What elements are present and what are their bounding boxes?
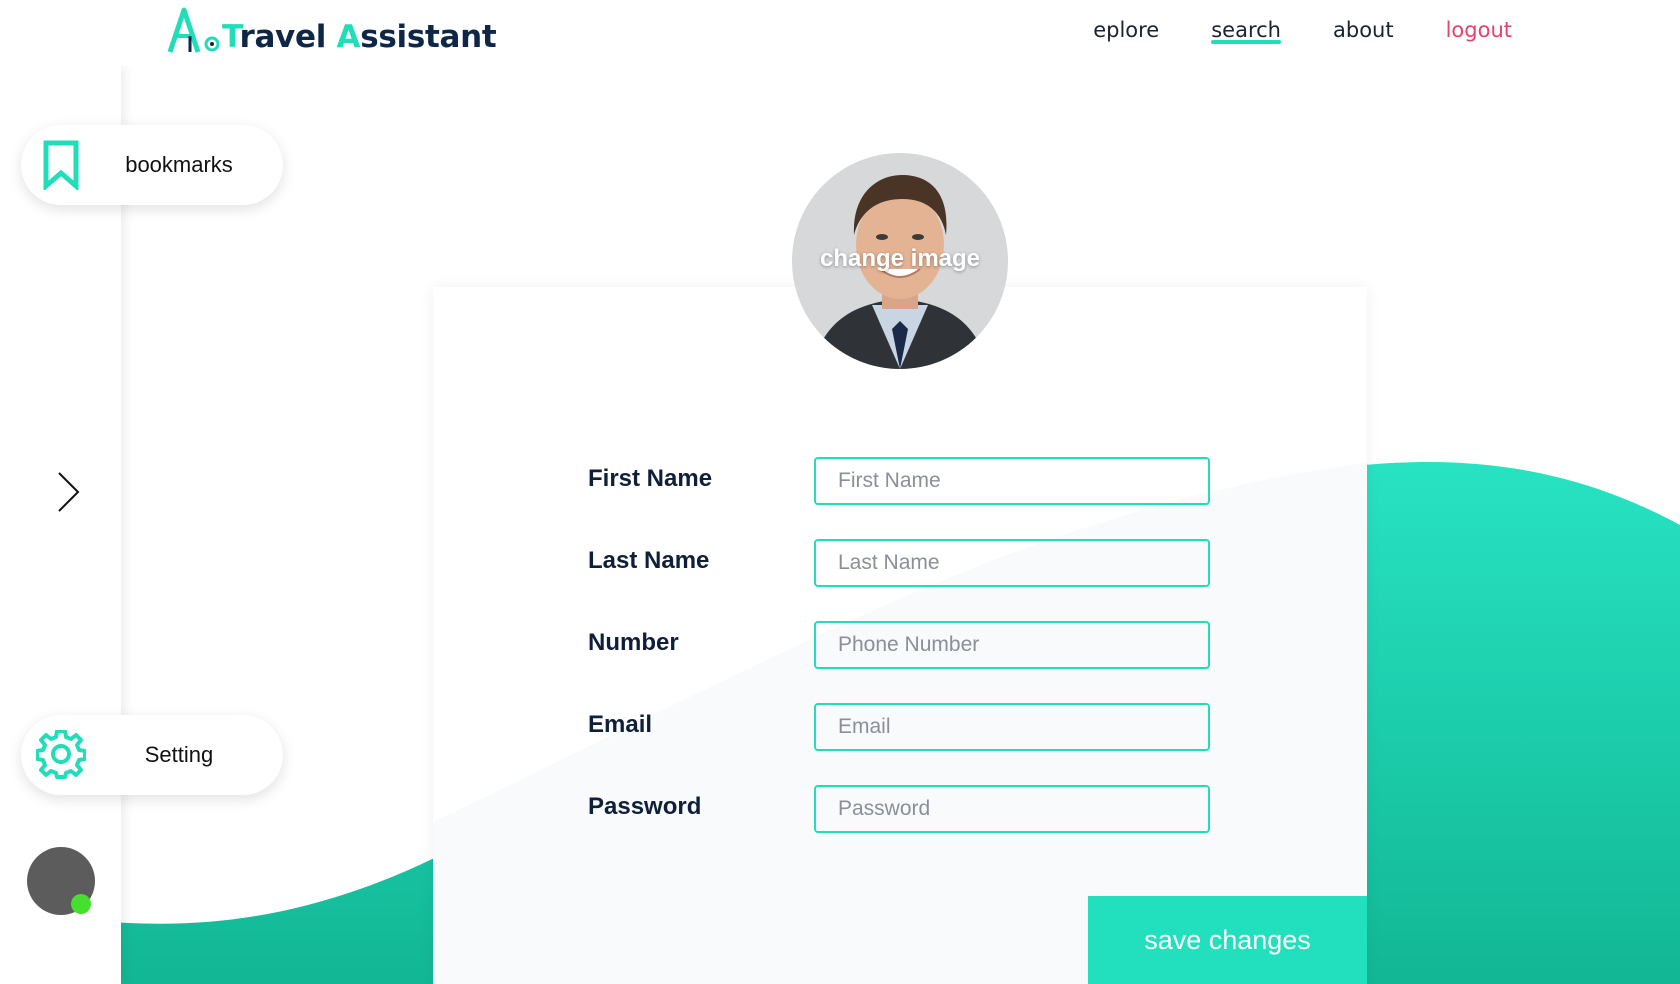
password-label: Password xyxy=(588,793,702,820)
change-image-label: change image xyxy=(819,245,981,272)
nav-explore[interactable]: eplore xyxy=(1093,18,1159,42)
setting-label: Setting xyxy=(144,742,214,767)
save-changes-button[interactable]: save changes xyxy=(1088,896,1367,984)
bookmarks-button[interactable]: bookmarks xyxy=(21,125,283,205)
last-name-row: Last Name xyxy=(588,539,1212,587)
chevron-right-icon[interactable] xyxy=(54,470,82,514)
first-name-input[interactable] xyxy=(814,457,1210,505)
number-row: Number xyxy=(588,621,1212,669)
logo-text: Travel Assistant xyxy=(222,19,497,55)
logo-icon xyxy=(167,7,220,53)
nav-logout[interactable]: logout xyxy=(1446,18,1512,42)
nav-search[interactable]: search xyxy=(1211,18,1281,44)
online-status-dot xyxy=(71,894,91,914)
bookmarks-label: bookmarks xyxy=(125,152,233,177)
email-input[interactable] xyxy=(814,703,1210,751)
gear-icon xyxy=(21,715,101,795)
bookmark-icon xyxy=(21,125,101,205)
email-label: Email xyxy=(588,711,653,738)
nav-about[interactable]: about xyxy=(1333,18,1394,42)
phone-number-input[interactable] xyxy=(814,621,1210,669)
top-header: Travel Assistant eplore search about log… xyxy=(0,0,1680,66)
last-name-label: Last Name xyxy=(588,547,710,574)
first-name-row: First Name xyxy=(588,457,1212,505)
first-name-label: First Name xyxy=(588,465,713,492)
setting-button[interactable]: Setting xyxy=(21,715,283,795)
password-row: Password xyxy=(588,785,1212,833)
profile-photo[interactable]: change image xyxy=(792,153,1008,369)
main-nav: eplore search about logout xyxy=(1093,18,1512,44)
email-row: Email xyxy=(588,703,1212,751)
password-input[interactable] xyxy=(814,785,1210,833)
number-label: Number xyxy=(588,629,679,656)
last-name-input[interactable] xyxy=(814,539,1210,587)
logo[interactable]: Travel Assistant xyxy=(166,6,497,56)
